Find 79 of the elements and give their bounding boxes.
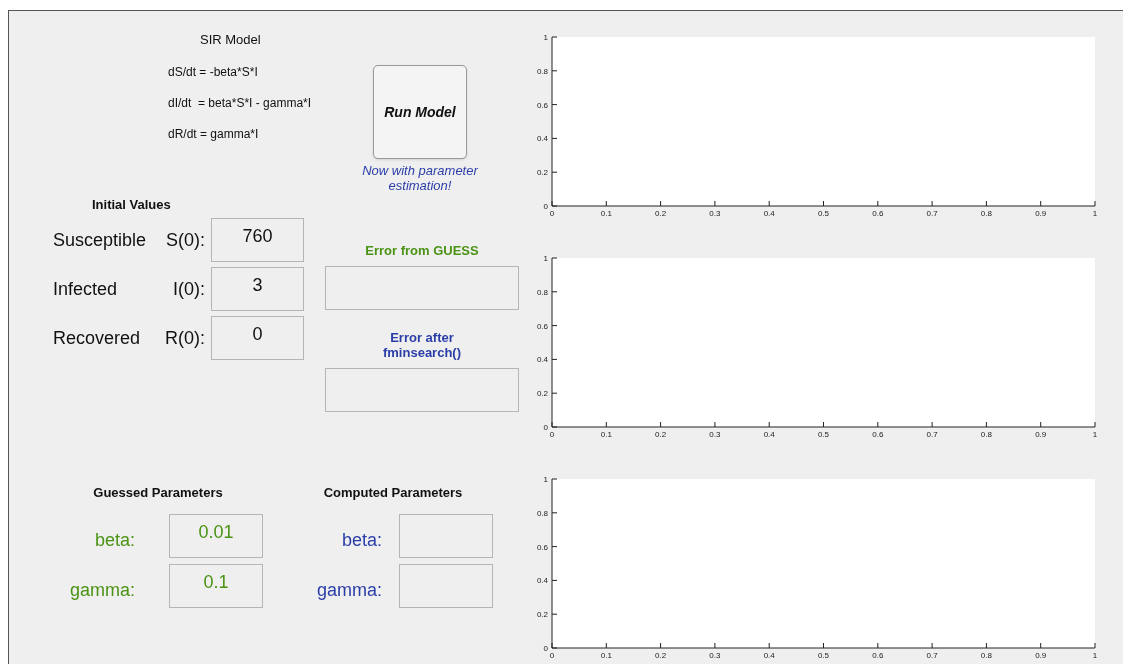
- tick-label: 0.6: [872, 209, 884, 217]
- value-field[interactable]: [325, 266, 519, 310]
- tick-label: 0.2: [655, 430, 667, 438]
- run-model-button[interactable]: Run Model: [373, 65, 467, 159]
- parameter-label: gamma:: [68, 578, 135, 602]
- tick-label: 0.4: [763, 209, 775, 217]
- tick-label: 0: [543, 644, 548, 653]
- tick-label: 1: [543, 254, 548, 263]
- tick-label: 0.8: [980, 430, 992, 438]
- variable-name: Susceptible: [53, 228, 147, 252]
- tick-label: 0.8: [980, 651, 992, 659]
- model-title: SIR Model: [200, 32, 262, 48]
- tick-label: 0: [549, 209, 555, 217]
- group-heading: Computed Parameters: [323, 485, 463, 501]
- parameter-label: beta:: [340, 528, 382, 552]
- tick-label: 1: [1092, 209, 1098, 217]
- value-field[interactable]: 0: [211, 316, 304, 360]
- parameter-label: gamma:: [315, 578, 382, 602]
- tick-label: 0.6: [536, 321, 548, 331]
- value-field[interactable]: [399, 564, 493, 608]
- variable-name: Infected: [53, 277, 118, 301]
- tick-label: 0.2: [536, 389, 548, 399]
- value-field[interactable]: 760: [211, 218, 304, 262]
- tick-label: 0: [549, 430, 555, 438]
- equation: dR/dt = gamma*I: [168, 126, 260, 142]
- tick-label: 0.8: [536, 66, 548, 76]
- tick-label: 0.8: [536, 508, 548, 518]
- group-heading: Guessed Parameters: [93, 485, 223, 501]
- tick-label: 0.2: [536, 168, 548, 178]
- tick-label: 0.4: [763, 430, 775, 438]
- tick-label: 0.8: [980, 209, 992, 217]
- tick-label: 0.1: [600, 651, 612, 659]
- tick-label: 0.7: [926, 651, 938, 659]
- tick-label: 0.5: [817, 651, 830, 659]
- tick-label: 0.9: [1035, 209, 1047, 217]
- tick-label: 0: [543, 202, 548, 211]
- tick-label: 0.6: [872, 430, 884, 438]
- tick-label: 0.4: [763, 651, 775, 659]
- variable-symbol: S(0):: [166, 228, 205, 252]
- tick-label: 0.3: [709, 209, 721, 217]
- tick-label: 0.4: [536, 576, 548, 586]
- tick-label: 0.6: [536, 542, 548, 552]
- parameter-label: beta:: [93, 528, 135, 552]
- variable-symbol: I(0):: [173, 277, 205, 301]
- tick-label: 0.9: [1035, 651, 1047, 659]
- tick-label: 0.3: [709, 430, 721, 438]
- tick-label: 0.5: [817, 430, 830, 438]
- tick-label: 0: [549, 651, 555, 659]
- tick-label: 0: [543, 423, 548, 432]
- tick-label: 0.2: [655, 209, 667, 217]
- tick-label: 0.5: [817, 209, 830, 217]
- tick-label: 0.7: [926, 209, 938, 217]
- tick-label: 0.7: [926, 430, 938, 438]
- tick-label: 0.9: [1035, 430, 1047, 438]
- tick-label: 0.4: [536, 134, 548, 144]
- tick-label: 1: [543, 33, 548, 42]
- tick-label: 0.6: [536, 100, 548, 110]
- tick-label: 1: [543, 475, 548, 484]
- tick-label: 0.1: [600, 209, 612, 217]
- tick-label: 1: [1092, 651, 1098, 659]
- equation: dS/dt = -beta*S*I: [168, 64, 259, 80]
- value-field[interactable]: [399, 514, 493, 558]
- tick-label: 0.3: [709, 651, 721, 659]
- tick-label: 1: [1092, 430, 1098, 438]
- tick-label: 0.2: [655, 651, 667, 659]
- tick-label: 0.2: [536, 610, 548, 620]
- value-field[interactable]: 3: [211, 267, 304, 311]
- note-text: Now with parameter estimation!: [361, 163, 480, 193]
- error-label: Error after fminsearch(): [382, 330, 462, 360]
- tick-label: 0.1: [600, 430, 612, 438]
- variable-name: Recovered: [53, 326, 141, 350]
- tick-label: 0.6: [872, 651, 884, 659]
- value-field[interactable]: [325, 368, 519, 412]
- variable-symbol: R(0):: [165, 326, 205, 350]
- section-heading: Initial Values: [92, 197, 172, 213]
- tick-label: 0.8: [536, 287, 548, 297]
- tick-label: 0.4: [536, 355, 548, 365]
- equation: dI/dt = beta*S*I - gamma*I: [168, 95, 313, 111]
- error-label: Error from GUESS: [364, 243, 480, 258]
